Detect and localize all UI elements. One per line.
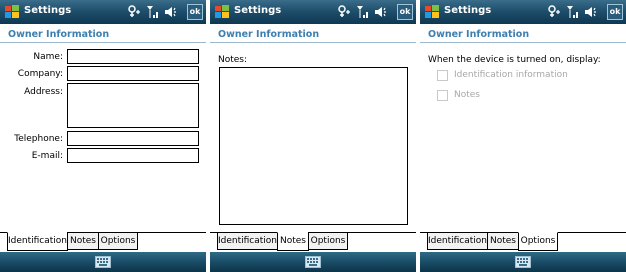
notes-option[interactable]: Notes [437,90,617,103]
screen-identification: Settings ok Owner Information Name: Comp… [0,0,206,272]
window-title: Settings [24,5,72,16]
keyboard-icon[interactable] [305,256,321,268]
notes-checkbox[interactable] [437,90,448,101]
company-label: Company: [17,69,63,79]
tab-identification[interactable]: Identification [217,232,278,250]
ok-button[interactable]: ok [187,4,203,20]
section-header: Owner Information [420,27,626,42]
telephone-field[interactable] [67,131,199,146]
telephone-label: Telephone: [14,134,63,144]
title-bar: Settings ok [210,0,416,24]
windows-flag-icon[interactable] [4,4,20,20]
signal-strength-icon[interactable] [566,4,580,20]
tab-identification[interactable]: Identification [7,232,68,251]
identification-info-label: Identification information [454,70,568,80]
soft-key-bar [0,252,206,272]
address-label: Address: [24,87,63,97]
status-icons [336,4,398,20]
email-label: E-mail: [31,151,63,161]
identification-info-checkbox[interactable] [437,70,448,81]
name-field[interactable] [67,49,199,64]
speaker-volume-icon[interactable] [164,4,178,20]
section-header: Owner Information [210,27,416,42]
tab-identification[interactable]: Identification [427,232,488,250]
identification-info-option[interactable]: Identification information [437,70,617,83]
section-title: Owner Information [8,29,110,40]
title-bar: Settings ok [420,0,626,24]
soft-key-bar [420,252,626,272]
window-title: Settings [234,5,282,16]
speaker-volume-icon[interactable] [584,4,598,20]
connectivity-icon[interactable] [546,4,562,20]
title-bar: Settings ok [0,0,206,24]
screen-notes: Settings ok Owner Information Notes: Ide… [210,0,416,272]
signal-strength-icon[interactable] [146,4,160,20]
tab-options[interactable]: Options [98,232,138,250]
tab-options[interactable]: Options [518,232,558,251]
notes-option-label: Notes [454,90,480,100]
keyboard-icon[interactable] [95,256,111,268]
tab-notes[interactable]: Notes [67,232,99,250]
tab-notes[interactable]: Notes [487,232,519,250]
section-divider [0,42,206,43]
address-field[interactable] [67,83,199,128]
windows-flag-icon[interactable] [214,4,230,20]
notes-label: Notes: [218,55,248,65]
ok-button[interactable]: ok [397,4,413,20]
window-title: Settings [444,5,492,16]
ok-button[interactable]: ok [607,4,623,20]
windows-flag-icon[interactable] [424,4,440,20]
display-on-startup-label: When the device is turned on, display: [428,55,601,65]
section-divider [210,42,416,43]
section-title: Owner Information [428,29,530,40]
soft-key-bar [210,252,416,272]
tab-notes[interactable]: Notes [277,232,309,251]
speaker-volume-icon[interactable] [374,4,388,20]
status-icons [546,4,608,20]
keyboard-icon[interactable] [515,256,531,268]
email-field[interactable] [67,148,199,163]
name-label: Name: [33,52,63,62]
section-title: Owner Information [218,29,320,40]
company-field[interactable] [67,66,199,81]
connectivity-icon[interactable] [336,4,352,20]
tab-options[interactable]: Options [308,232,348,250]
signal-strength-icon[interactable] [356,4,370,20]
status-icons [126,4,188,20]
connectivity-icon[interactable] [126,4,142,20]
screen-options: Settings ok Owner Information When the d… [420,0,626,272]
section-header: Owner Information [0,27,206,42]
section-divider [420,42,626,43]
notes-textarea[interactable] [219,67,408,225]
